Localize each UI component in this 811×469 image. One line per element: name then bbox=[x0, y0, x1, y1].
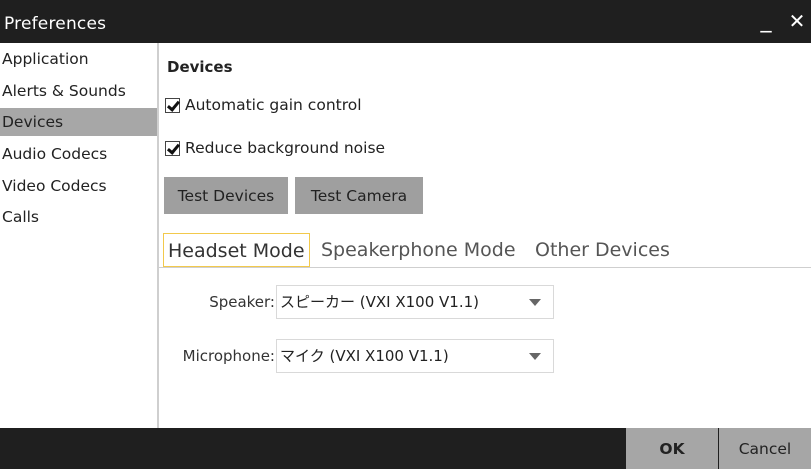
test-camera-button[interactable]: Test Camera bbox=[295, 177, 423, 214]
agc-checkbox-row[interactable]: Automatic gain control bbox=[165, 94, 362, 116]
devices-panel: Devices Automatic gain control Reduce ba… bbox=[159, 43, 811, 428]
agc-checkbox[interactable] bbox=[165, 97, 180, 113]
chevron-down-icon bbox=[529, 299, 541, 306]
sidebar: Application Alerts & Sounds Devices Audi… bbox=[0, 43, 159, 428]
agc-label: Automatic gain control bbox=[185, 96, 362, 114]
microphone-value: マイク (VXI X100 V1.1) bbox=[280, 347, 449, 365]
microphone-label: Microphone: bbox=[182, 347, 275, 365]
sidebar-item-devices[interactable]: Devices bbox=[0, 108, 157, 136]
cancel-button[interactable]: Cancel bbox=[719, 428, 811, 469]
tab-other-devices[interactable]: Other Devices bbox=[535, 233, 670, 267]
title-bar: Preferences _ ✕ bbox=[0, 0, 811, 43]
tab-speakerphone-mode[interactable]: Speakerphone Mode bbox=[321, 233, 516, 267]
speaker-label: Speaker: bbox=[209, 293, 275, 311]
noise-label: Reduce background noise bbox=[185, 139, 386, 157]
sidebar-item-video-codecs[interactable]: Video Codecs bbox=[0, 172, 157, 200]
sidebar-item-calls[interactable]: Calls bbox=[0, 203, 157, 231]
window-title: Preferences bbox=[4, 14, 107, 34]
close-icon[interactable]: ✕ bbox=[783, 6, 811, 36]
test-devices-button[interactable]: Test Devices bbox=[164, 177, 288, 214]
mode-tabs: Headset Mode Speakerphone Mode Other Dev… bbox=[159, 233, 811, 268]
footer-bar: OK Cancel bbox=[0, 428, 811, 469]
minimize-icon[interactable]: _ bbox=[752, 10, 780, 40]
microphone-select[interactable]: マイク (VXI X100 V1.1) bbox=[276, 339, 554, 373]
sidebar-item-alerts-sounds[interactable]: Alerts & Sounds bbox=[0, 77, 157, 105]
tab-headset-mode[interactable]: Headset Mode bbox=[163, 233, 310, 267]
speaker-select[interactable]: スピーカー (VXI X100 V1.1) bbox=[276, 285, 554, 319]
sidebar-item-application[interactable]: Application bbox=[0, 45, 157, 73]
noise-checkbox-row[interactable]: Reduce background noise bbox=[165, 137, 385, 159]
ok-button[interactable]: OK bbox=[626, 428, 718, 469]
section-title: Devices bbox=[167, 58, 233, 76]
sidebar-item-audio-codecs[interactable]: Audio Codecs bbox=[0, 140, 157, 168]
speaker-value: スピーカー (VXI X100 V1.1) bbox=[280, 293, 479, 311]
chevron-down-icon bbox=[529, 353, 541, 360]
noise-checkbox[interactable] bbox=[165, 140, 180, 156]
